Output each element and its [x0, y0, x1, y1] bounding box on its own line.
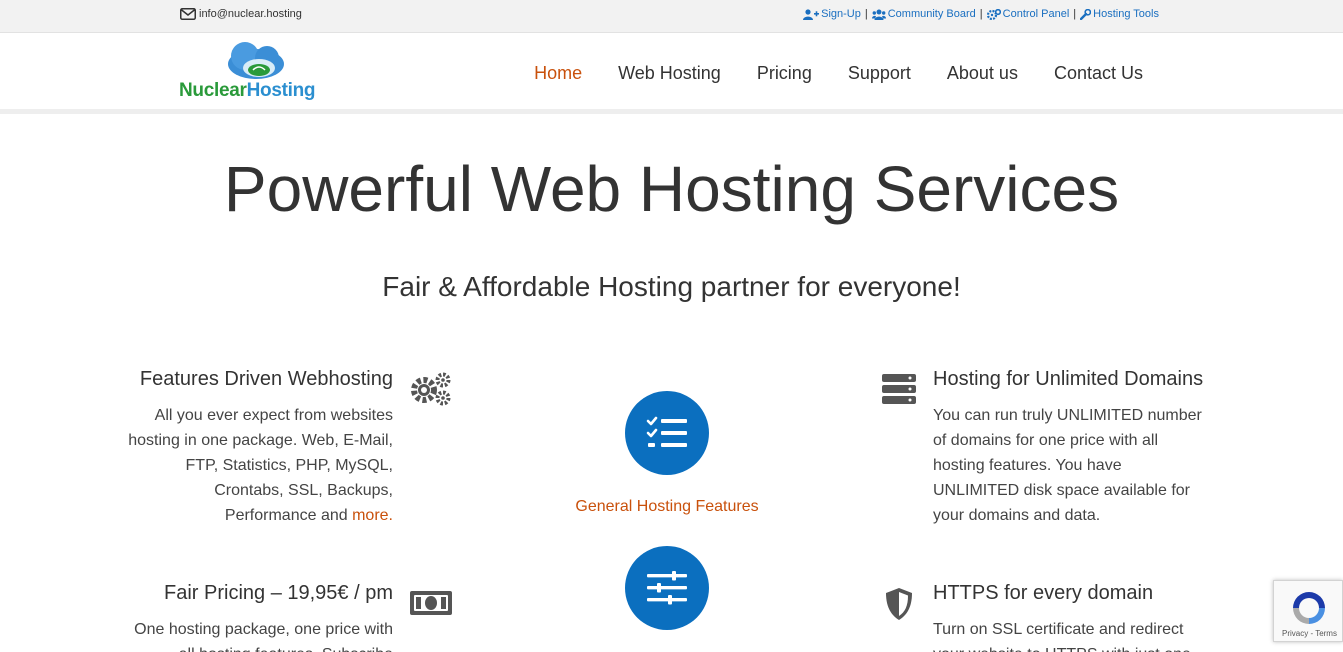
separator: |	[1073, 8, 1077, 20]
general-features-button[interactable]	[625, 391, 709, 475]
email-text: info@nuclear.hosting	[199, 8, 302, 20]
logo-wordmark: NuclearHosting	[179, 80, 316, 101]
hero-title: Powerful Web Hosting Services	[223, 153, 1120, 225]
feature-text: All you ever expect from websites hostin…	[128, 407, 393, 524]
shield-icon	[886, 588, 912, 620]
nav-contact-us[interactable]: Contact Us	[1054, 63, 1143, 84]
nav-about-us[interactable]: About us	[947, 63, 1018, 84]
feature-title: Hosting for Unlimited Domains	[933, 368, 1204, 390]
server-icon	[882, 374, 916, 404]
signup-link[interactable]: Sign-Up	[803, 8, 861, 20]
users-icon	[871, 9, 886, 20]
feature-https: HTTPS for every domain Turn on SSL certi…	[933, 582, 1208, 652]
contact-email[interactable]: info@nuclear.hosting	[180, 8, 302, 20]
feature-webhosting: Features Driven Webhosting All you ever …	[123, 368, 393, 528]
nav-pricing[interactable]: Pricing	[757, 63, 812, 84]
cloud-logo-icon	[228, 42, 284, 79]
feature-title: Features Driven Webhosting	[139, 368, 393, 390]
gears-icon	[411, 372, 451, 406]
user-plus-icon	[803, 8, 820, 20]
sliders-icon	[647, 571, 687, 605]
top-links: Sign-Up | Community Board | Control Pane…	[803, 8, 1159, 20]
nav-web-hosting[interactable]: Web Hosting	[618, 63, 721, 84]
top-bar: info@nuclear.hosting Sign-Up | Community…	[0, 0, 1343, 33]
recaptcha-badge[interactable]: Privacy - Terms	[1273, 580, 1343, 642]
feature-pricing: Fair Pricing – 19,95€ / pm One hosting p…	[123, 582, 393, 652]
settings-features-button[interactable]	[625, 546, 709, 630]
community-board-link[interactable]: Community Board	[871, 8, 976, 20]
feature-unlimited-domains: Hosting for Unlimited Domains You can ru…	[933, 368, 1208, 528]
feature-title: HTTPS for every domain	[933, 582, 1154, 604]
hero-subtitle: Fair & Affordable Hosting partner for ev…	[382, 271, 961, 302]
community-board-label: Community Board	[887, 8, 976, 20]
feature-text: One hosting package, one price with all …	[134, 621, 393, 652]
control-panel-label: Control Panel	[1002, 8, 1070, 20]
recaptcha-links[interactable]: Privacy - Terms	[1282, 629, 1337, 638]
separator: |	[864, 8, 868, 20]
control-panel-link[interactable]: Control Panel	[986, 8, 1070, 20]
cogs-icon	[986, 8, 1001, 20]
main-nav: Home Web Hosting Pricing Support About u…	[534, 63, 1143, 84]
hosting-tools-link[interactable]: Hosting Tools	[1080, 8, 1159, 20]
nav-support[interactable]: Support	[848, 63, 911, 84]
logo[interactable]: NuclearHosting	[179, 40, 344, 102]
more-link[interactable]: more.	[352, 507, 393, 524]
general-features-label[interactable]: General Hosting Features	[527, 498, 807, 516]
checklist-icon	[646, 416, 687, 447]
envelope-icon	[180, 8, 196, 20]
signup-label: Sign-Up	[821, 8, 861, 20]
money-icon	[410, 591, 452, 615]
site-header: NuclearHosting Home Web Hosting Pricing …	[0, 34, 1343, 114]
recaptcha-icon	[1293, 592, 1325, 624]
wrench-icon	[1080, 8, 1092, 20]
nav-home[interactable]: Home	[534, 63, 582, 84]
separator: |	[979, 8, 983, 20]
hosting-tools-label: Hosting Tools	[1093, 8, 1159, 20]
feature-text: Turn on SSL certificate and redirect you…	[933, 621, 1191, 652]
feature-title: Fair Pricing – 19,95€ / pm	[164, 582, 393, 604]
feature-text: You can run truly UNLIMITED number of do…	[933, 407, 1202, 524]
